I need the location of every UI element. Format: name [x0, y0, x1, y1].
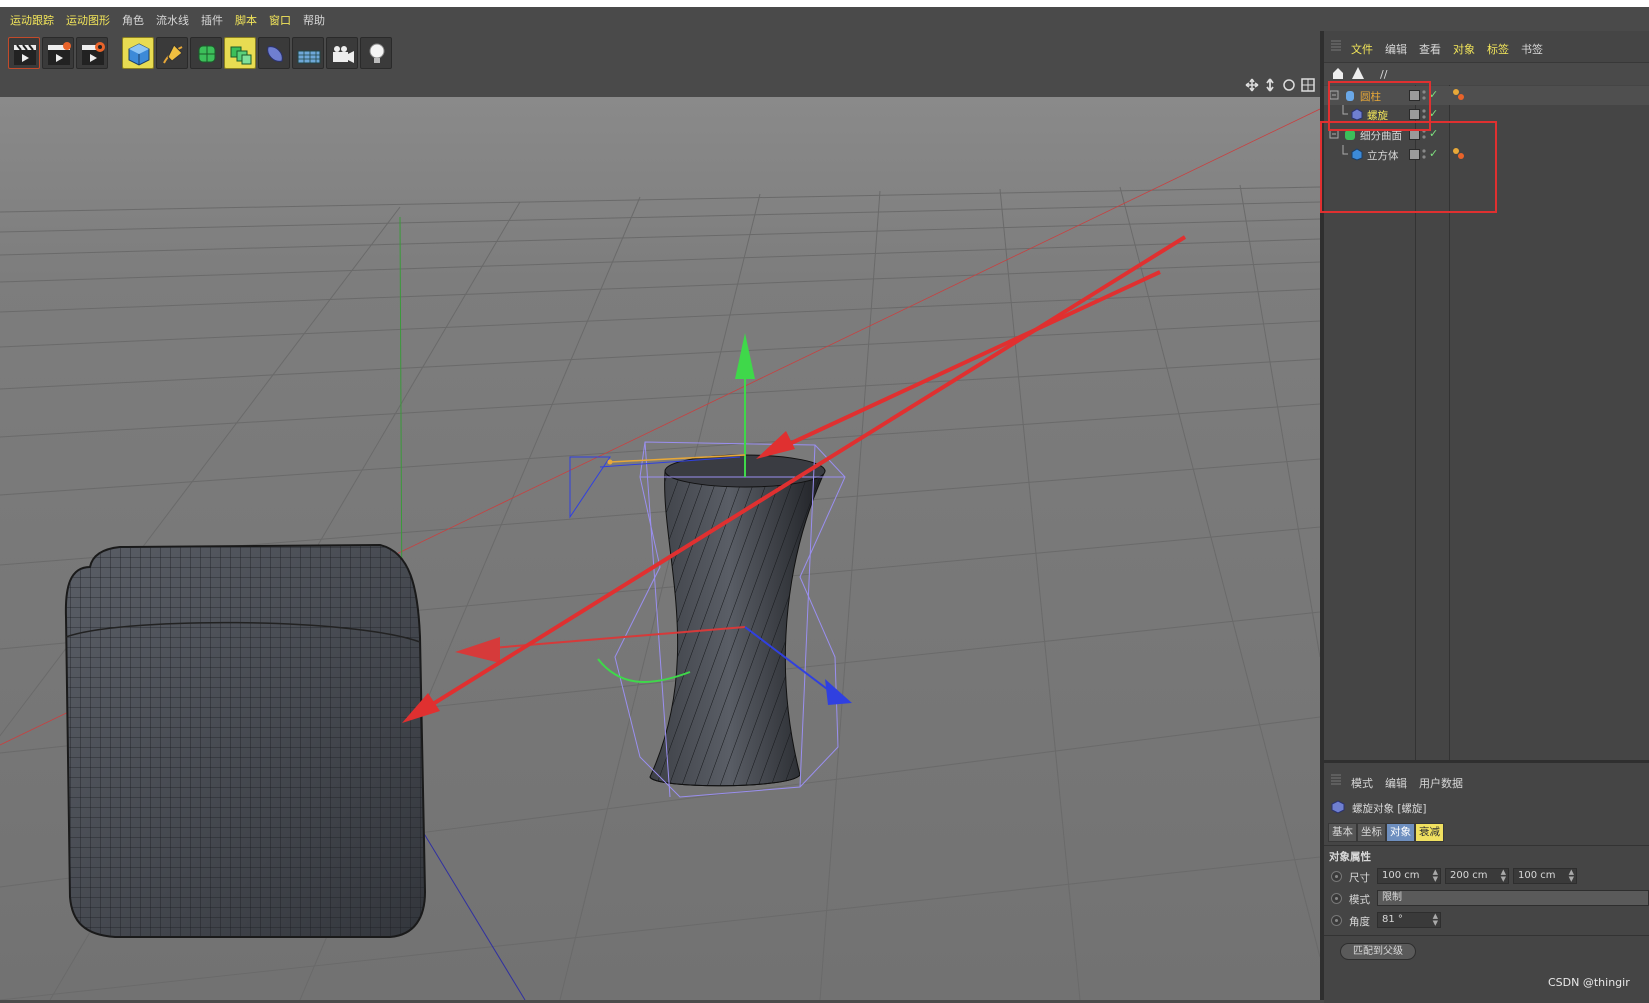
- section-divider: [1324, 845, 1649, 846]
- attribute-manager-panel: 模式 编辑 用户数据 螺旋对象 [螺旋] 基本 坐标 对象 衰减 对象属性 尺寸…: [1324, 760, 1649, 1003]
- mode-animate-radio[interactable]: [1331, 893, 1342, 904]
- light-icon: [369, 43, 385, 63]
- twist-deformer-icon: [1331, 800, 1345, 814]
- watermark-text: CSDN @thingir: [1548, 976, 1630, 989]
- angle-label: 角度: [1349, 916, 1370, 928]
- am-object-title: 螺旋对象 [螺旋]: [1352, 803, 1427, 815]
- section-divider: [1324, 935, 1649, 936]
- menu-motion-tracking[interactable]: 运动跟踪: [10, 12, 54, 28]
- object-list: 圆柱 ✓ 螺旋 ✓ 细分曲面 ✓ 立方体 ✓: [1320, 81, 1649, 760]
- add-cube-button[interactable]: [122, 37, 154, 69]
- render-active-button[interactable]: [42, 37, 74, 69]
- arrow-up-icon[interactable]: [1351, 66, 1365, 80]
- annotation-box-subdivision: [1320, 121, 1497, 213]
- size-x-field[interactable]: 100 cm ▲ ▼: [1377, 868, 1441, 884]
- light-button[interactable]: [360, 37, 392, 69]
- size-y-value: 200 cm: [1450, 870, 1488, 881]
- menu-plugins[interactable]: 插件: [201, 12, 223, 28]
- angle-animate-radio[interactable]: [1331, 915, 1342, 926]
- angle-field[interactable]: 81 ° ▲ ▼: [1377, 912, 1441, 928]
- annotation-arrows: [402, 235, 1187, 723]
- om-menu-file[interactable]: 文件: [1351, 41, 1373, 57]
- subdivision-icon: [198, 45, 216, 63]
- render-settings-button[interactable]: [76, 37, 108, 69]
- z-axis-line: [419, 826, 526, 1000]
- om-menu-objects[interactable]: 对象: [1453, 41, 1475, 57]
- subdivision-button[interactable]: [190, 37, 222, 69]
- deformer-button[interactable]: [258, 37, 290, 69]
- size-y-field[interactable]: 200 cm ▲ ▼: [1445, 868, 1509, 884]
- tab-object[interactable]: 对象: [1386, 823, 1415, 842]
- main-toolbar: [0, 31, 1324, 73]
- clapboard-icon: [14, 44, 36, 65]
- home-icon[interactable]: [1331, 66, 1345, 80]
- array-button[interactable]: [224, 37, 256, 69]
- size-z-field[interactable]: 100 cm ▲ ▼: [1513, 868, 1577, 884]
- deformer-icon: [267, 46, 283, 62]
- size-animate-radio[interactable]: [1331, 871, 1342, 882]
- fit-to-parent-label: 匹配到父级: [1353, 946, 1403, 957]
- clapboard-gear-icon: [82, 42, 105, 65]
- array-icon: [230, 46, 252, 65]
- tag-icon[interactable]: [1452, 88, 1466, 102]
- spinner-icon[interactable]: ▲ ▼: [1501, 869, 1506, 883]
- om-path: //: [1380, 68, 1388, 81]
- size-x-value: 100 cm: [1382, 870, 1420, 881]
- menu-help[interactable]: 帮助: [303, 12, 325, 28]
- object-manager-panel: 文件 编辑 查看 对象 标签 书签 // 圆柱 ✓ 螺旋 ✓ 细分曲面 ✓ 立方…: [1320, 31, 1649, 760]
- pen-icon: [163, 44, 183, 64]
- menu-window[interactable]: 窗口: [269, 12, 291, 28]
- am-menu-edit[interactable]: 编辑: [1385, 775, 1407, 791]
- subdivided-cube-object[interactable]: [64, 543, 427, 938]
- cube-icon: [128, 43, 150, 66]
- angle-value: 81 °: [1382, 914, 1403, 925]
- render-view-button[interactable]: [8, 37, 40, 69]
- spinner-icon[interactable]: ▲ ▼: [1433, 869, 1438, 883]
- menu-character[interactable]: 角色: [122, 12, 144, 28]
- spinner-icon[interactable]: ▲ ▼: [1433, 913, 1438, 927]
- tab-basic[interactable]: 基本: [1328, 823, 1357, 842]
- am-menu-user-data[interactable]: 用户数据: [1419, 775, 1463, 791]
- floor-button[interactable]: [292, 37, 324, 69]
- size-label: 尺寸: [1349, 872, 1370, 884]
- floor-icon: [297, 50, 321, 64]
- size-z-value: 100 cm: [1518, 870, 1556, 881]
- 3d-viewport[interactable]: [0, 97, 1320, 1000]
- mode-label: 模式: [1349, 894, 1370, 906]
- tab-falloff[interactable]: 衰减: [1415, 823, 1444, 842]
- fit-to-parent-button[interactable]: 匹配到父级: [1340, 943, 1416, 960]
- viewport-scene: [0, 108, 1320, 1000]
- main-menubar: 运动跟踪 运动图形 角色 流水线 插件 脚本 窗口 帮助: [0, 7, 1649, 31]
- viewport-nav-icons[interactable]: [1244, 77, 1320, 93]
- clapboard-arrow-icon: [48, 42, 71, 65]
- camera-button[interactable]: [326, 37, 358, 69]
- viewport-header: [0, 73, 1324, 97]
- panel-grip-icon[interactable]: [1330, 774, 1342, 786]
- am-menu-mode[interactable]: 模式: [1351, 775, 1373, 791]
- mode-dropdown[interactable]: 限制: [1377, 890, 1649, 906]
- om-menu-tags[interactable]: 标签: [1487, 41, 1509, 57]
- om-menu-view[interactable]: 查看: [1419, 41, 1441, 57]
- pen-tool-button[interactable]: [156, 37, 188, 69]
- menu-pipeline[interactable]: 流水线: [156, 12, 189, 28]
- camera-icon: [333, 46, 354, 63]
- om-menu-edit[interactable]: 编辑: [1385, 41, 1407, 57]
- mode-value: 限制: [1382, 892, 1402, 903]
- spinner-icon[interactable]: ▲ ▼: [1569, 869, 1574, 883]
- section-title: 对象属性: [1329, 851, 1371, 863]
- panel-grip-icon[interactable]: [1330, 40, 1342, 52]
- menu-mograph[interactable]: 运动图形: [66, 12, 110, 28]
- twisted-cylinder-object[interactable]: [649, 454, 826, 787]
- tab-coordinates[interactable]: 坐标: [1357, 823, 1386, 842]
- window-top-edge: [0, 0, 1649, 7]
- om-menu-bookmarks[interactable]: 书签: [1521, 41, 1543, 57]
- menu-script[interactable]: 脚本: [235, 12, 257, 28]
